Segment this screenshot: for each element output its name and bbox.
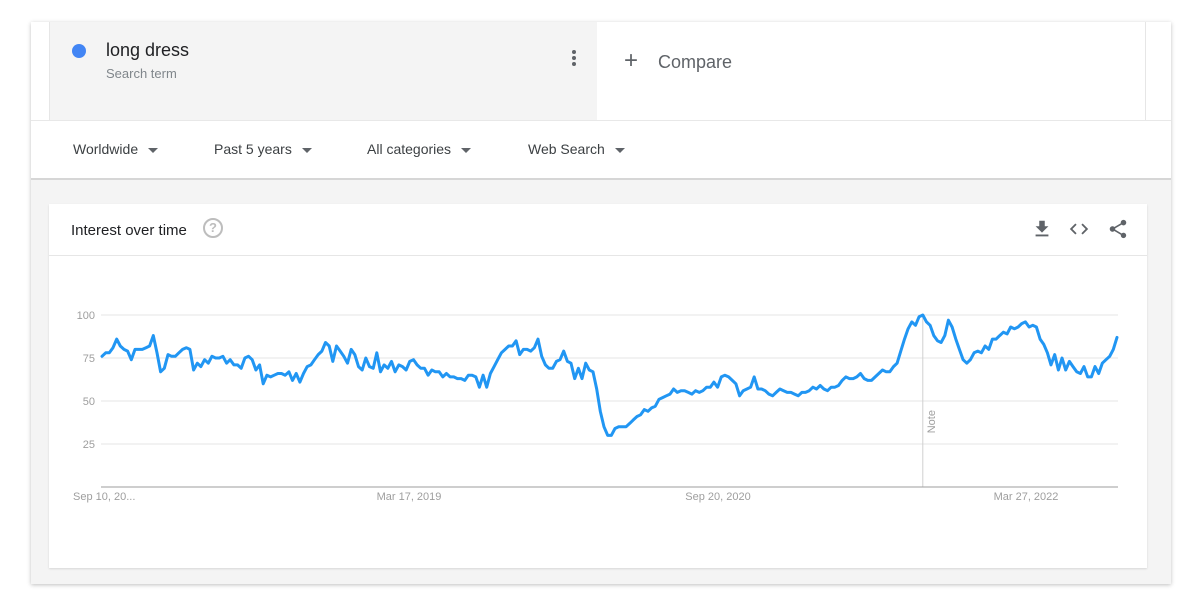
category-filter-dropdown[interactable]: All categories bbox=[367, 141, 472, 157]
interest-chart[interactable]: 25 50 75 100 Note Sep 10, 20... Mar 17, 2019… bbox=[49, 204, 1147, 568]
time-range-filter-label: Past 5 years bbox=[214, 141, 292, 157]
category-filter-label: All categories bbox=[367, 141, 452, 157]
search-term-name[interactable]: long dress bbox=[106, 40, 189, 61]
dropdown-caret-icon bbox=[148, 147, 159, 153]
y-tick-label: 25 bbox=[83, 439, 95, 451]
y-tick-label: 100 bbox=[77, 310, 95, 322]
x-tick-label: Sep 20, 2020 bbox=[685, 491, 750, 503]
series-color-dot bbox=[72, 44, 86, 58]
location-filter-label: Worldwide bbox=[73, 141, 139, 157]
y-tick-label: 50 bbox=[83, 396, 95, 408]
search-term-row: long dress Search term + Compare bbox=[31, 22, 1171, 120]
x-tick-label: Mar 27, 2022 bbox=[994, 491, 1059, 503]
search-type-filter-dropdown[interactable]: Web Search bbox=[528, 141, 625, 157]
dropdown-caret-icon bbox=[301, 147, 312, 153]
filter-bar: Worldwide Past 5 years All categories We… bbox=[31, 120, 1171, 180]
compare-button[interactable]: + Compare bbox=[598, 22, 1146, 120]
x-axis-ticks: Sep 10, 20... Mar 17, 2019 Sep 20, 2020 Mar… bbox=[73, 491, 1058, 503]
compare-label: Compare bbox=[658, 52, 733, 72]
dropdown-caret-icon bbox=[461, 147, 472, 153]
location-filter-dropdown[interactable]: Worldwide bbox=[73, 141, 159, 157]
chart-grid bbox=[101, 314, 1118, 445]
interest-over-time-card: Interest over time ? 25 50 75 100 Note Sep … bbox=[49, 204, 1147, 568]
time-range-filter-dropdown[interactable]: Past 5 years bbox=[214, 141, 312, 157]
series-line-long-dress[interactable] bbox=[100, 313, 1119, 437]
dropdown-caret-icon bbox=[614, 147, 625, 153]
y-tick-label: 75 bbox=[83, 353, 95, 365]
trends-explore-container: long dress Search term + Compare Worldwi… bbox=[31, 22, 1171, 584]
x-tick-label: Sep 10, 20... bbox=[73, 491, 135, 503]
more-options-icon[interactable] bbox=[570, 50, 578, 70]
y-axis-ticks: 25 50 75 100 bbox=[77, 310, 95, 451]
add-icon: + bbox=[624, 47, 639, 74]
search-term-subtitle: Search term bbox=[106, 66, 177, 81]
search-term-card[interactable]: long dress Search term bbox=[49, 22, 597, 120]
search-type-filter-label: Web Search bbox=[528, 141, 605, 157]
x-tick-label: Mar 17, 2019 bbox=[377, 491, 442, 503]
note-label[interactable]: Note bbox=[926, 410, 938, 433]
